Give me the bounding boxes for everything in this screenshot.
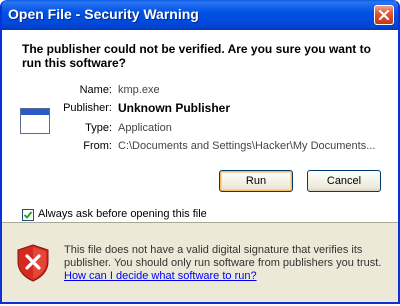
close-icon <box>378 9 390 21</box>
from-label: From: <box>83 140 112 152</box>
name-value: kmp.exe <box>118 84 160 96</box>
cancel-button[interactable]: Cancel <box>307 170 381 192</box>
window-title: Open File - Security Warning <box>8 6 199 22</box>
type-label: Type: <box>85 122 112 134</box>
name-label: Name: <box>79 84 112 96</box>
checkmark-icon <box>23 211 33 219</box>
headline: The publisher could not be verified. Are… <box>22 42 371 70</box>
always-ask-label[interactable]: Always ask before opening this file <box>38 208 207 220</box>
publisher-label: Publisher: <box>63 102 112 114</box>
type-value: Application <box>118 122 172 134</box>
decide-software-link[interactable]: How can I decide what software to run? <box>64 270 257 282</box>
run-button[interactable]: Run <box>219 170 293 192</box>
always-ask-checkbox[interactable] <box>22 209 34 221</box>
close-button[interactable] <box>374 5 394 25</box>
title-bar[interactable]: Open File - Security Warning <box>2 0 398 30</box>
from-value: C:\Documents and Settings\Hacker\My Docu… <box>118 140 376 152</box>
publisher-value: Unknown Publisher <box>118 101 231 115</box>
security-warning-dialog: Open File - Security Warning The publish… <box>0 0 400 304</box>
warning-text: This file does not have a valid digital … <box>64 244 382 269</box>
shield-warning-icon <box>17 244 49 282</box>
